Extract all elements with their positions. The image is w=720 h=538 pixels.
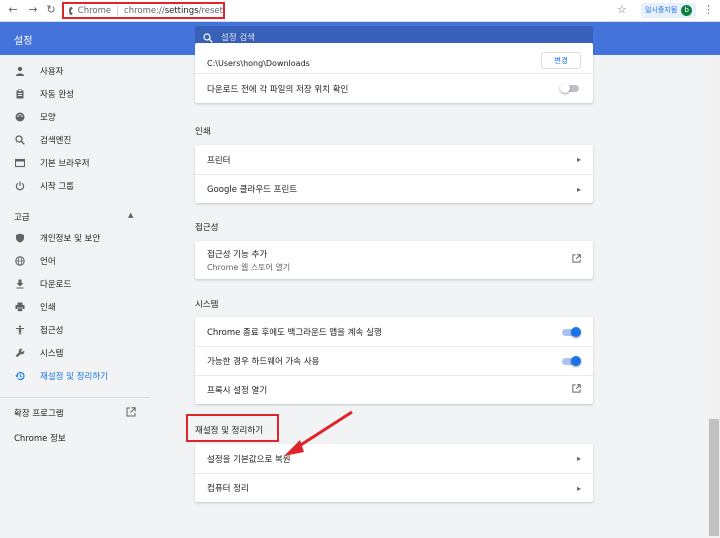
background-apps-row[interactable]: Chrome 종료 후에도 백그라운드 앱을 계속 실행	[195, 317, 593, 346]
sidebar-item-about[interactable]: Chrome 정보	[14, 432, 66, 444]
background-apps-label: Chrome 종료 후에도 백그라운드 앱을 계속 실행	[207, 327, 382, 338]
palette-icon	[14, 112, 25, 123]
clipboard-icon	[14, 89, 25, 100]
chrome-icon	[69, 6, 75, 15]
chevron-right-icon: ▸	[576, 184, 581, 194]
advanced-heading[interactable]: 고급	[14, 211, 30, 223]
accessibility-icon	[14, 325, 25, 336]
download-icon	[14, 279, 25, 290]
print-section-title: 인쇄	[195, 127, 211, 137]
sidebar-item-accessibility[interactable]: 접근성	[14, 321, 63, 339]
add-accessibility-label: 접근성 기능 추가	[207, 249, 268, 260]
sidebar-item-people[interactable]: 사용자	[14, 62, 63, 80]
background-apps-toggle[interactable]	[561, 326, 581, 337]
globe-icon	[14, 256, 25, 267]
address-bar[interactable]: Chrome | chrome://settings/reset	[62, 2, 225, 19]
restore-defaults-label: 설정을 기본값으로 복원	[207, 454, 291, 465]
paused-label: 일시중지됨	[645, 6, 678, 14]
restore-icon	[14, 371, 25, 382]
sidebar-item-privacy[interactable]: 개인정보 및 보안	[14, 229, 100, 247]
accessibility-section-title: 접근성	[195, 223, 219, 233]
external-link-icon	[572, 384, 581, 396]
reset-card: 설정을 기본값으로 복원 ▸ 컴퓨터 정리 ▸	[195, 444, 593, 502]
browser-icon	[14, 158, 25, 169]
hardware-accel-label: 가능한 경우 하드웨어 가속 사용	[207, 357, 320, 367]
chevron-right-icon: ▸	[576, 483, 581, 493]
chevron-right-icon: ▸	[576, 155, 581, 164]
proxy-settings-row[interactable]: 프록시 설정 열기	[195, 375, 593, 404]
change-location-button[interactable]: 변경	[541, 52, 581, 69]
sidebar-item-autofill[interactable]: 자동 완성	[14, 85, 74, 103]
external-link-icon	[572, 254, 581, 266]
url-separator: |	[116, 5, 120, 16]
search-icon	[203, 33, 213, 43]
settings-main: C:\Users\hong\Downloads 변경 다운로드 전에 각 파일의…	[195, 43, 593, 538]
scrollbar-thumb[interactable]	[709, 419, 719, 536]
more-menu-icon[interactable]: ⋮	[703, 3, 714, 16]
cleanup-row[interactable]: 컴퓨터 정리 ▸	[195, 473, 593, 502]
sidebar: 사용자 자동 완성 모양 검색엔진 기본 브라우저 시작 그룹 고급 ▲ 개인정…	[0, 55, 160, 538]
printer-icon	[14, 302, 25, 313]
person-icon	[14, 66, 25, 77]
url-text: chrome://settings/reset	[124, 5, 223, 16]
sidebar-item-printing[interactable]: 인쇄	[14, 298, 56, 316]
proxy-settings-label: 프록시 설정 열기	[207, 386, 268, 396]
avatar: b	[681, 5, 693, 16]
cloud-print-row[interactable]: Google 클라우드 프린트 ▸	[195, 174, 593, 203]
hardware-accel-toggle[interactable]	[561, 356, 581, 366]
system-section-title: 시스템	[195, 300, 219, 310]
restore-defaults-row[interactable]: 설정을 기본값으로 복원 ▸	[195, 444, 593, 473]
sidebar-item-system[interactable]: 시스템	[14, 344, 63, 362]
chevron-right-icon: ▸	[576, 454, 581, 463]
sidebar-item-extensions[interactable]: 확장 프로그램	[14, 407, 64, 419]
reload-icon[interactable]: ↻	[44, 3, 58, 17]
sidebar-divider	[0, 397, 150, 398]
browser-toolbar: ← → ↻ Chrome | chrome://settings/reset ☆…	[0, 0, 720, 22]
web-store-sub: Chrome 웹 스토어 열기	[207, 262, 291, 272]
profile-paused-button[interactable]: 일시중지됨 b	[641, 3, 697, 18]
download-path: C:\Users\hong\Downloads	[207, 59, 310, 68]
back-icon[interactable]: ←	[6, 3, 20, 17]
sidebar-item-on-startup[interactable]: 시작 그룹	[14, 177, 74, 195]
wrench-icon	[14, 348, 25, 359]
downloads-card: C:\Users\hong\Downloads 변경 다운로드 전에 각 파일의…	[195, 43, 593, 103]
page-title: 설정	[14, 36, 33, 47]
sidebar-item-default-browser[interactable]: 기본 브라우저	[14, 154, 90, 172]
printers-row[interactable]: 프린터 ▸	[195, 145, 593, 174]
search-icon	[14, 135, 25, 146]
sidebar-item-downloads[interactable]: 다운로드	[14, 275, 71, 293]
cleanup-label: 컴퓨터 정리	[207, 484, 249, 494]
shield-icon	[14, 233, 25, 244]
reset-title-highlight	[186, 414, 279, 442]
sidebar-item-search-engine[interactable]: 검색엔진	[14, 131, 71, 149]
printers-label: 프린터	[207, 155, 231, 166]
ask-location-toggle[interactable]	[560, 83, 580, 93]
sidebar-item-reset[interactable]: 재설정 및 정리하기	[14, 367, 108, 385]
search-input[interactable]	[221, 33, 581, 43]
ask-location-label: 다운로드 전에 각 파일의 저장 위치 확인	[207, 85, 349, 95]
system-card: Chrome 종료 후에도 백그라운드 앱을 계속 실행 가능한 경우 하드웨어…	[195, 317, 593, 404]
hardware-accel-row[interactable]: 가능한 경우 하드웨어 가속 사용	[195, 346, 593, 375]
forward-icon[interactable]: →	[26, 3, 40, 17]
add-accessibility-row[interactable]: 접근성 기능 추가 Chrome 웹 스토어 열기	[195, 241, 593, 279]
chrome-label: Chrome	[77, 5, 112, 16]
bookmark-star-icon[interactable]: ☆	[617, 3, 627, 16]
caret-up-icon[interactable]: ▲	[128, 211, 133, 219]
external-link-icon[interactable]	[126, 407, 136, 420]
power-icon	[14, 181, 25, 192]
sidebar-item-languages[interactable]: 언어	[14, 252, 56, 270]
cloud-print-label: Google 클라우드 프린트	[207, 185, 298, 195]
accessibility-card: 접근성 기능 추가 Chrome 웹 스토어 열기	[195, 241, 593, 279]
print-card: 프린터 ▸ Google 클라우드 프린트 ▸	[195, 145, 593, 203]
sidebar-item-appearance[interactable]: 모양	[14, 108, 56, 126]
